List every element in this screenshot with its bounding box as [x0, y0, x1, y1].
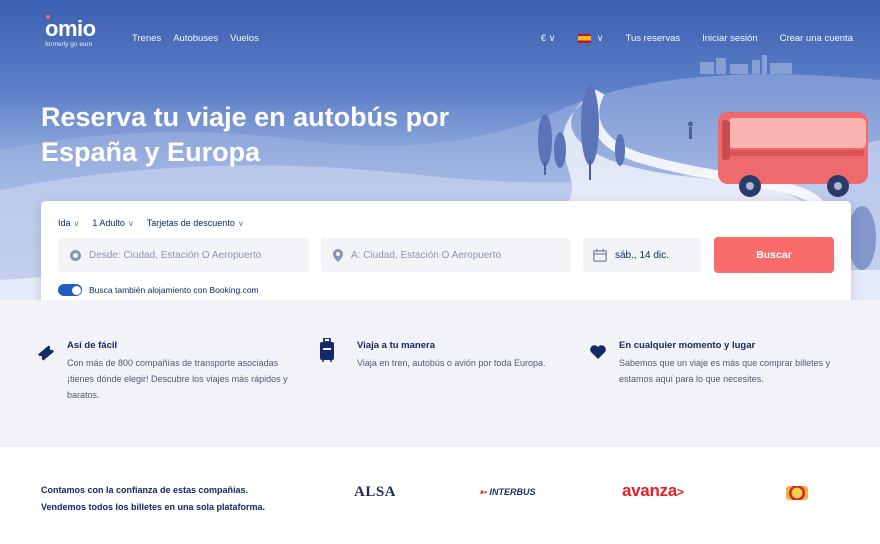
- booking-toggle-row: Busca también alojamiento con Booking.co…: [58, 284, 259, 296]
- origin-input[interactable]: Desde: Ciudad, Estación O Aeropuerto: [58, 238, 309, 272]
- feature-text: Con más de 800 compañías de transporte a…: [67, 358, 288, 400]
- arrow-icon: >: [676, 485, 684, 499]
- primary-nav: Trenes Autobuses Vuelos: [132, 33, 259, 44]
- trust-line-2: Vendemos todos los billetes en una sola …: [41, 502, 266, 512]
- search-button[interactable]: Buscar: [714, 237, 834, 273]
- passengers-dropdown[interactable]: 1 Adulto ∨: [92, 218, 133, 228]
- my-bookings-link[interactable]: Tus reservas: [626, 33, 681, 44]
- logo-dot: [46, 15, 50, 19]
- create-account-link[interactable]: Crear una cuenta: [780, 33, 853, 44]
- language-selector[interactable]: ∨: [577, 33, 604, 44]
- search-options: Ida ∨ 1 Adulto ∨ Tarjetas de descuento ∨: [58, 218, 244, 228]
- feature-text: Viaja en tren, autobús o avión por toda …: [357, 358, 546, 368]
- chevron-down-icon: ∨: [73, 219, 80, 228]
- trust-line-1: Contamos con la confianza de estas compa…: [41, 485, 249, 495]
- location-pin-icon: [333, 248, 343, 262]
- heart-icon: [590, 345, 606, 359]
- chevron-down-icon: ∨: [548, 33, 556, 44]
- nav-trains[interactable]: Trenes: [132, 33, 161, 44]
- page: omio formerly go euro Trenes Autobuses V…: [0, 0, 880, 544]
- spain-flag-icon: [577, 33, 591, 43]
- origin-circle-icon: [70, 249, 81, 261]
- toggle-knob: [71, 285, 81, 295]
- chevron-down-icon: ∨: [596, 33, 604, 44]
- feature-title: Viaja a tu manera: [357, 340, 435, 351]
- destination-input[interactable]: A: Ciudad, Estación O Aeropuerto: [321, 238, 571, 272]
- partner-logo-badge: [786, 486, 808, 500]
- wing-icon: ➳: [479, 487, 487, 497]
- trip-type-dropdown[interactable]: Ida ∨: [58, 218, 79, 228]
- booking-toggle[interactable]: [58, 284, 82, 296]
- luggage-icon: [320, 338, 334, 362]
- login-link[interactable]: Iniciar sesión: [702, 33, 757, 44]
- omio-logo[interactable]: omio formerly go euro: [45, 15, 96, 48]
- interbus-logo: ➳ INTERBUS: [479, 487, 536, 497]
- currency-selector[interactable]: € ∨: [541, 33, 556, 44]
- date-picker[interactable]: sáb., 14 dic.: [583, 238, 701, 272]
- top-navigation: omio formerly go euro Trenes Autobuses V…: [0, 0, 880, 60]
- logo-subtitle: formerly go euro: [45, 41, 93, 48]
- destination-placeholder: A: Ciudad, Estación O Aeropuerto: [351, 249, 502, 261]
- discount-cards-dropdown[interactable]: Tarjetas de descuento ∨: [147, 218, 244, 228]
- ticket-icon: [38, 345, 54, 361]
- feature-title: En cualquier momento y lugar: [619, 340, 756, 351]
- booking-toggle-label: Busca también alojamiento con Booking.co…: [89, 285, 259, 295]
- logo-text: omio: [45, 16, 96, 41]
- alsa-logo: ALSA: [354, 484, 397, 500]
- hero-title: Reserva tu viaje en autobús por España y…: [41, 102, 450, 167]
- nav-flights[interactable]: Vuelos: [230, 33, 259, 44]
- calendar-icon: [593, 248, 607, 262]
- avanza-logo: avanza>: [622, 481, 684, 500]
- features-section: Así de fácil Con más de 800 compañías de…: [0, 300, 880, 447]
- origin-placeholder: Desde: Ciudad, Estación O Aeropuerto: [89, 249, 262, 261]
- feature-title: Así de fácil: [67, 340, 118, 351]
- chevron-down-icon: ∨: [237, 219, 244, 228]
- feature-text: Sabemos que un viaje es más que comprar …: [619, 358, 831, 384]
- account-nav: € ∨ ∨ Tus reservas Iniciar sesión Crear …: [541, 33, 853, 44]
- trust-text: Contamos con la confianza de estas compa…: [41, 482, 291, 516]
- search-card: Ida ∨ 1 Adulto ∨ Tarjetas de descuento ∨ De…: [41, 201, 851, 312]
- date-value: sáb., 14 dic.: [615, 249, 669, 261]
- nav-buses[interactable]: Autobuses: [173, 33, 218, 44]
- chevron-down-icon: ∨: [127, 219, 134, 228]
